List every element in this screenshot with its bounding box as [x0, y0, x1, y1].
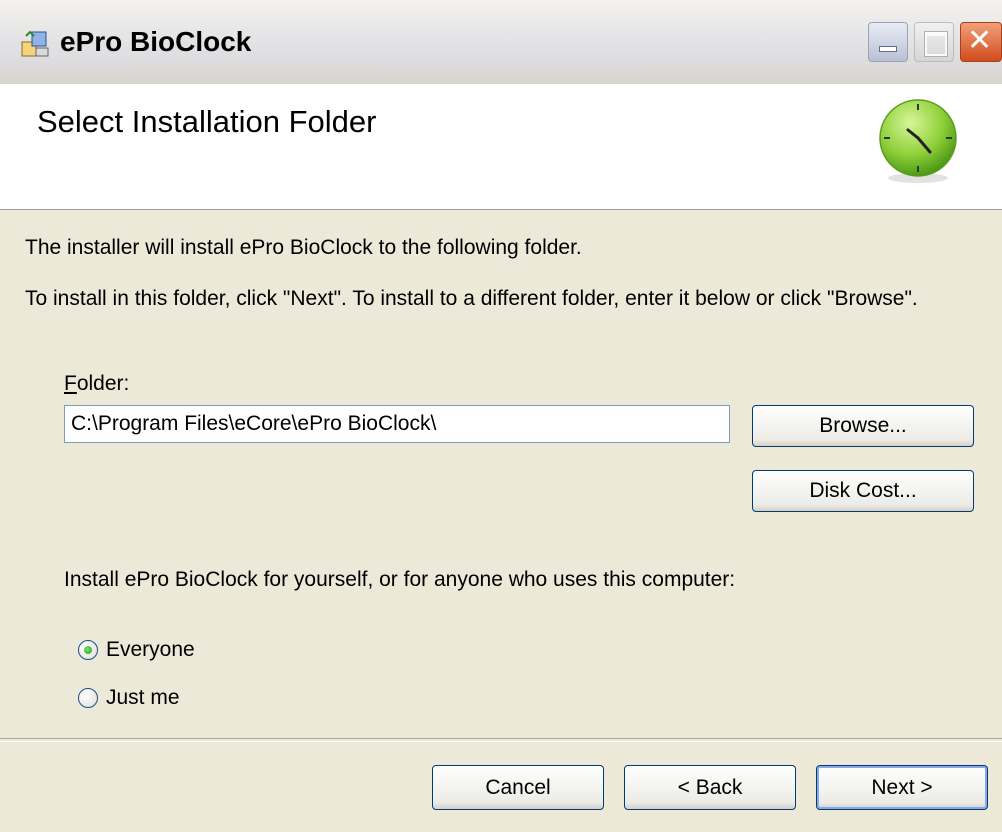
- folder-label-accesskey: F: [64, 372, 77, 395]
- folder-label-rest: older:: [76, 372, 130, 395]
- install-for-text: Install ePro BioClock for yourself, or f…: [64, 568, 736, 591]
- minimize-icon: [880, 47, 896, 51]
- instruction-text: To install in this folder, click "Next".…: [25, 287, 918, 310]
- installer-icon: [21, 30, 49, 57]
- back-button[interactable]: < Back: [624, 765, 796, 810]
- maximize-icon: [925, 32, 947, 56]
- radio-just-me-label: Just me: [106, 686, 180, 709]
- close-button[interactable]: ✕: [960, 22, 1002, 62]
- folder-path-input[interactable]: [64, 405, 730, 443]
- header-banner: Select Installation Folder: [0, 84, 1002, 210]
- intro-text: The installer will install ePro BioClock…: [25, 236, 582, 259]
- browse-button[interactable]: Browse...: [752, 405, 974, 447]
- close-icon: ✕: [967, 23, 993, 58]
- folder-label: Folder:: [64, 372, 129, 396]
- radio-everyone-label: Everyone: [106, 638, 195, 661]
- page-title: Select Installation Folder: [37, 104, 377, 139]
- maximize-button[interactable]: [914, 22, 954, 62]
- minimize-button[interactable]: [868, 22, 908, 62]
- footer-separator: [0, 738, 1002, 742]
- clock-icon: [879, 99, 957, 183]
- window-title: ePro BioClock: [60, 26, 252, 57]
- radio-circle[interactable]: [78, 688, 98, 708]
- cancel-button[interactable]: Cancel: [432, 765, 604, 810]
- radio-circle[interactable]: [78, 640, 98, 660]
- title-bar[interactable]: ePro BioClock ✕: [0, 0, 1002, 85]
- radio-selected-dot: [84, 646, 92, 654]
- next-button[interactable]: Next >: [816, 765, 988, 810]
- disk-cost-button[interactable]: Disk Cost...: [752, 470, 974, 512]
